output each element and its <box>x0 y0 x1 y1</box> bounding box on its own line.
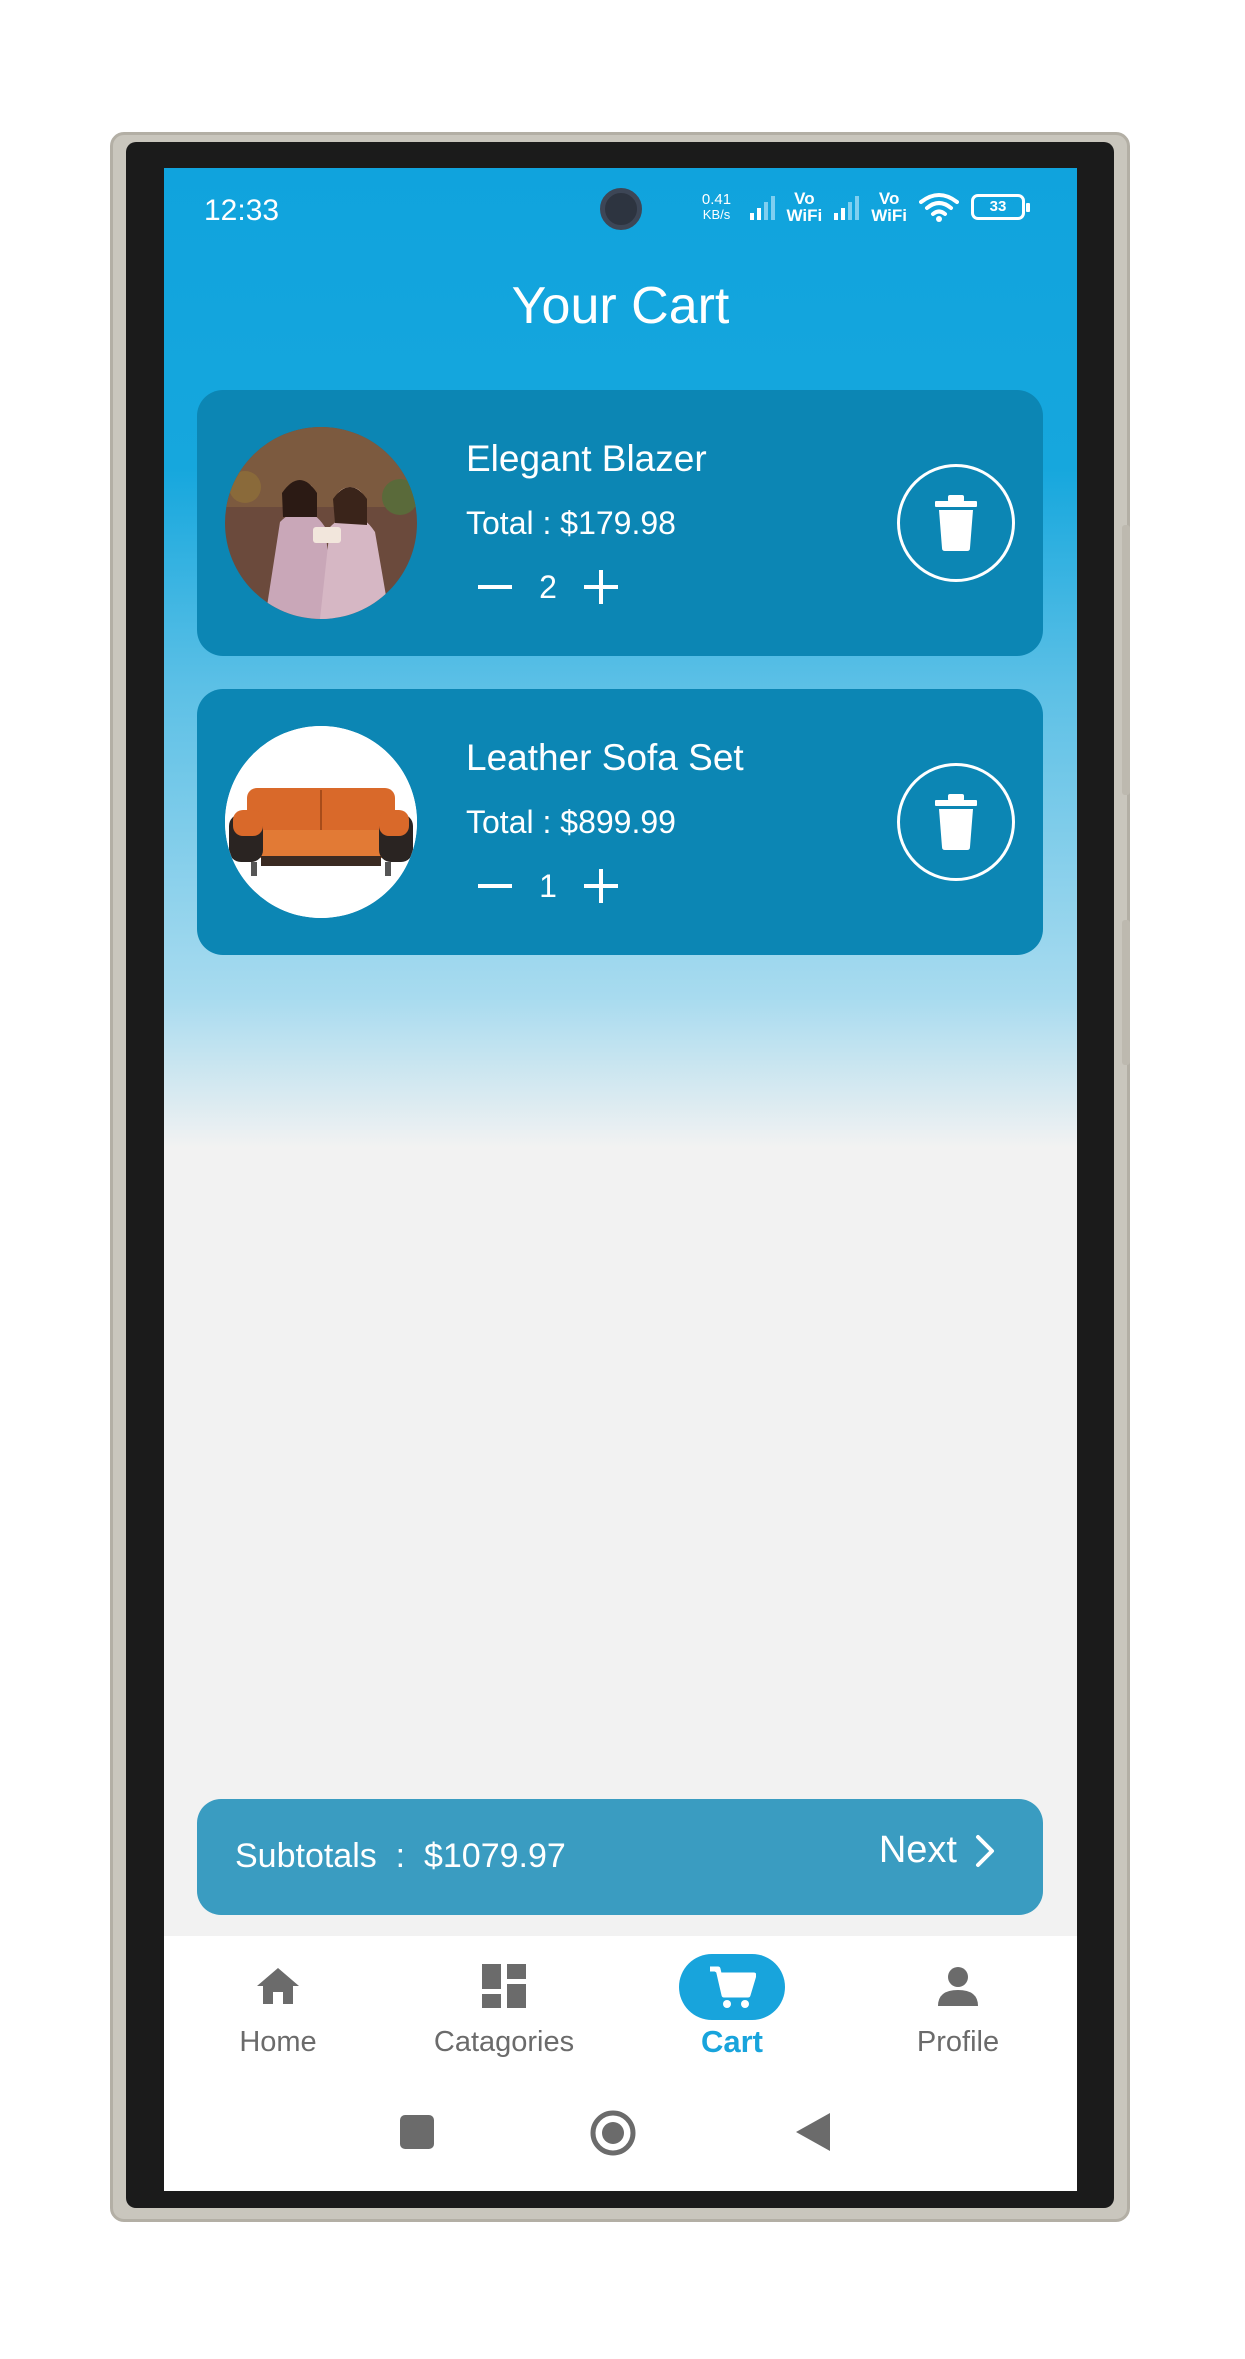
delete-item-button[interactable] <box>897 763 1015 881</box>
signal-bars-icon-2 <box>834 194 860 220</box>
cart-icon <box>710 1966 756 2008</box>
quantity-stepper: 1 <box>473 864 623 908</box>
trash-icon <box>935 495 977 551</box>
cart-item: Leather Sofa Set Total : $899.99 1 <box>197 689 1043 955</box>
product-total: Total : $899.99 <box>466 804 676 840</box>
decrease-quantity-button[interactable] <box>473 864 517 908</box>
quantity-stepper: 2 <box>473 565 623 609</box>
page-title: Your Cart <box>511 277 730 335</box>
delete-item-button[interactable] <box>897 464 1015 582</box>
signal-bars-icon <box>749 194 775 220</box>
next-label: Next <box>878 1829 957 1871</box>
dress-models-photo-icon <box>225 427 417 619</box>
product-total: Total : $179.98 <box>466 505 676 541</box>
app-screen: 12:33 0.41 KB/s Vo WiFi Vo WiFi 33 Your … <box>164 168 1077 2191</box>
home-icon <box>257 1968 299 2004</box>
subtotal-bar: Subtotals : $1079.97 Next <box>197 1799 1043 1915</box>
nav-label-profile: Profile <box>916 2026 1000 2058</box>
wifi-icon <box>919 193 959 222</box>
battery-icon: 33 <box>971 194 1030 220</box>
home-system-button[interactable] <box>590 2110 636 2161</box>
dashboard-icon <box>482 1964 526 2008</box>
nav-label-categories: Catagories <box>433 2026 575 2058</box>
product-image[interactable] <box>225 726 417 918</box>
person-icon <box>938 1967 978 2006</box>
vowifi-label-1: Vo WiFi <box>786 189 823 225</box>
minus-icon <box>478 585 512 589</box>
power-button <box>1122 920 1130 1065</box>
subtotal-text: Subtotals : $1079.97 <box>235 1837 566 1875</box>
recents-button[interactable] <box>400 2115 434 2154</box>
product-name: Leather Sofa Set <box>466 737 744 778</box>
product-name: Elegant Blazer <box>466 438 707 479</box>
plus-icon <box>584 570 618 604</box>
minus-icon <box>478 884 512 888</box>
front-camera <box>600 188 642 230</box>
square-icon <box>400 2115 434 2149</box>
back-button[interactable] <box>796 2113 830 2156</box>
chevron-right-icon <box>976 1834 994 1867</box>
vowifi-label-2: Vo WiFi <box>871 189 907 225</box>
quantity-value: 2 <box>539 568 557 605</box>
status-time: 12:33 <box>204 194 280 227</box>
increase-quantity-button[interactable] <box>579 565 623 609</box>
decrease-quantity-button[interactable] <box>473 565 517 609</box>
product-image[interactable] <box>225 427 417 619</box>
volume-button <box>1122 525 1130 795</box>
status-bar: 12:33 0.41 KB/s Vo WiFi Vo WiFi 33 <box>164 168 1077 258</box>
circle-icon <box>590 2110 636 2156</box>
orange-sofa-photo-icon <box>225 726 417 918</box>
next-button[interactable]: Next <box>879 1829 995 1872</box>
network-speed: 0.41 KB/s <box>701 191 732 222</box>
trash-icon <box>935 794 977 850</box>
quantity-value: 1 <box>539 867 557 904</box>
nav-label-home: Home <box>239 2026 317 2058</box>
status-icons: 0.41 KB/s Vo WiFi Vo WiFi 33 <box>696 189 1030 225</box>
cart-item: Elegant Blazer Total : $179.98 2 <box>197 390 1043 656</box>
plus-icon <box>584 869 618 903</box>
triangle-back-icon <box>796 2113 830 2151</box>
system-navigation-bar <box>164 2102 1077 2172</box>
nav-label-cart: Cart <box>700 2024 763 2059</box>
increase-quantity-button[interactable] <box>579 864 623 908</box>
cart-active-indicator <box>679 1954 785 2020</box>
